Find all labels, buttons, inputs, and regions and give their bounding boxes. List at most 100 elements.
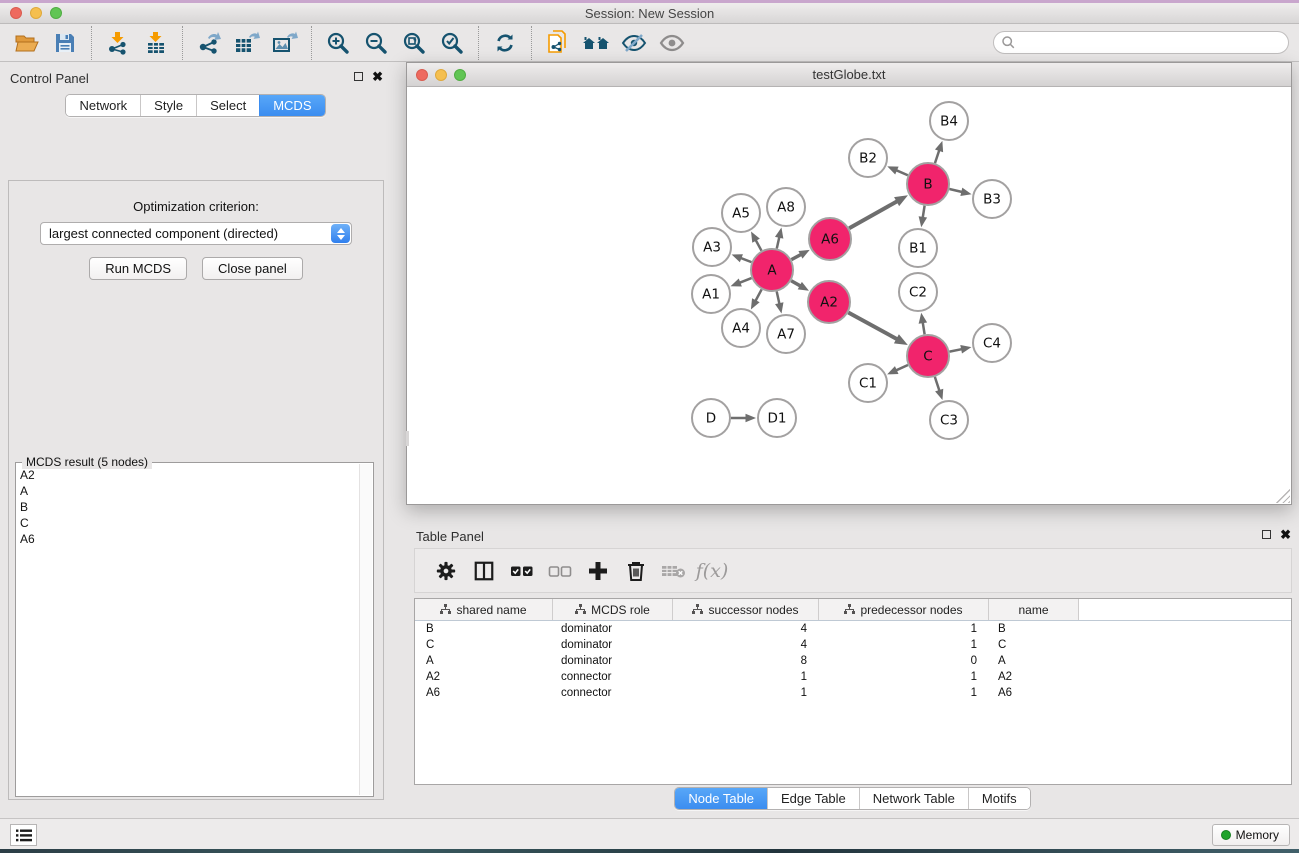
hide-selected-icon[interactable] — [615, 27, 653, 59]
close-network-window-icon[interactable] — [416, 69, 428, 81]
resize-grip-icon[interactable] — [1276, 489, 1290, 503]
function-builder-icon[interactable]: f(x) — [693, 554, 731, 588]
column-header-name[interactable]: name — [989, 599, 1079, 620]
cell-successor_nodes[interactable]: 1 — [673, 671, 819, 683]
tab-select[interactable]: Select — [196, 95, 259, 116]
splitter-handle[interactable] — [406, 431, 409, 446]
table-settings-icon[interactable] — [427, 554, 465, 588]
table-row[interactable]: A6connector11A6 — [415, 685, 1291, 701]
zoom-in-icon[interactable] — [319, 27, 357, 59]
cell-name[interactable]: C — [989, 639, 1079, 651]
table-row[interactable]: Cdominator41C — [415, 637, 1291, 653]
cell-mcds_role[interactable]: dominator — [553, 623, 673, 635]
cell-mcds_role[interactable]: connector — [553, 671, 673, 683]
mcds-result-item[interactable]: A — [20, 483, 357, 499]
tab-style[interactable]: Style — [140, 95, 196, 116]
cell-predecessor_nodes[interactable]: 1 — [819, 687, 989, 699]
run-mcds-button[interactable]: Run MCDS — [89, 257, 187, 280]
tab-network-table[interactable]: Network Table — [859, 788, 968, 809]
cell-shared_name[interactable]: C — [415, 639, 553, 651]
scrollbar[interactable] — [359, 464, 372, 795]
cell-successor_nodes[interactable]: 4 — [673, 623, 819, 635]
cell-shared_name[interactable]: A6 — [415, 687, 553, 699]
network-canvas[interactable]: AA1A2A3A4A5A6A7A8BB1B2B3B4CC1C2C3C4DD1 — [407, 87, 1291, 504]
graph-edge-A2-C[interactable] — [848, 313, 899, 341]
cell-successor_nodes[interactable]: 4 — [673, 639, 819, 651]
cell-predecessor_nodes[interactable]: 1 — [819, 639, 989, 651]
task-history-button[interactable] — [10, 824, 37, 846]
table-row[interactable]: Adominator80A — [415, 653, 1291, 669]
tab-motifs[interactable]: Motifs — [968, 788, 1030, 809]
show-columns-icon[interactable] — [465, 554, 503, 588]
table-row[interactable]: A2connector11A2 — [415, 669, 1291, 685]
delete-row-icon[interactable] — [617, 554, 655, 588]
cell-shared_name[interactable]: B — [415, 623, 553, 635]
cell-mcds_role[interactable]: dominator — [553, 639, 673, 651]
column-header-shared-name[interactable]: shared name — [415, 599, 553, 620]
close-panel-icon[interactable]: ✖ — [372, 71, 383, 82]
save-session-icon[interactable] — [46, 27, 84, 59]
graph-edge-arrowhead — [775, 302, 783, 313]
first-neighbors-icon[interactable] — [577, 27, 615, 59]
memory-button[interactable]: Memory — [1212, 824, 1290, 846]
minimize-network-window-icon[interactable] — [435, 69, 447, 81]
cell-name[interactable]: B — [989, 623, 1079, 635]
cell-mcds_role[interactable]: dominator — [553, 655, 673, 667]
mcds-result-item[interactable]: C — [20, 515, 357, 531]
refresh-icon[interactable] — [486, 27, 524, 59]
delete-table-icon[interactable] — [655, 554, 693, 588]
close-window-icon[interactable] — [10, 7, 22, 19]
column-header-mcds-role[interactable]: MCDS role — [553, 599, 673, 620]
mcds-result-item[interactable]: A2 — [20, 467, 357, 483]
deselect-all-icon[interactable] — [541, 554, 579, 588]
table-row[interactable]: Bdominator41B — [415, 621, 1291, 637]
search-input[interactable] — [1016, 34, 1288, 52]
close-table-panel-icon[interactable]: ✖ — [1280, 529, 1291, 540]
network-graph[interactable]: AA1A2A3A4A5A6A7A8BB1B2B3B4CC1C2C3C4DD1 — [407, 87, 1291, 504]
cell-predecessor_nodes[interactable]: 1 — [819, 671, 989, 683]
mcds-result-item[interactable]: B — [20, 499, 357, 515]
tab-node-table[interactable]: Node Table — [675, 788, 767, 809]
node-table[interactable]: shared nameMCDS rolesuccessor nodesprede… — [414, 598, 1292, 785]
zoom-fit-icon[interactable] — [395, 27, 433, 59]
cell-shared_name[interactable]: A — [415, 655, 553, 667]
cell-predecessor_nodes[interactable]: 0 — [819, 655, 989, 667]
show-all-icon[interactable] — [653, 27, 691, 59]
zoom-selected-icon[interactable] — [433, 27, 471, 59]
export-image-icon[interactable] — [266, 27, 304, 59]
import-table-icon[interactable] — [137, 27, 175, 59]
float-panel-icon[interactable] — [354, 72, 363, 81]
tab-mcds[interactable]: MCDS — [259, 95, 324, 116]
cell-predecessor_nodes[interactable]: 1 — [819, 623, 989, 635]
network-window-titlebar[interactable]: testGlobe.txt — [407, 63, 1291, 87]
search-field[interactable] — [993, 31, 1289, 54]
cell-successor_nodes[interactable]: 1 — [673, 687, 819, 699]
column-header-predecessor-nodes[interactable]: predecessor nodes — [819, 599, 989, 620]
cell-name[interactable]: A2 — [989, 671, 1079, 683]
add-row-icon[interactable] — [579, 554, 617, 588]
close-panel-button[interactable]: Close panel — [202, 257, 303, 280]
tab-network[interactable]: Network — [66, 95, 140, 116]
cell-mcds_role[interactable]: connector — [553, 687, 673, 699]
column-header-successor-nodes[interactable]: successor nodes — [673, 599, 819, 620]
new-network-from-selection-icon[interactable] — [539, 27, 577, 59]
zoom-out-icon[interactable] — [357, 27, 395, 59]
export-table-icon[interactable] — [228, 27, 266, 59]
export-network-icon[interactable] — [190, 27, 228, 59]
float-table-panel-icon[interactable] — [1262, 530, 1271, 539]
cell-shared_name[interactable]: A2 — [415, 671, 553, 683]
minimize-window-icon[interactable] — [30, 7, 42, 19]
tab-edge-table[interactable]: Edge Table — [767, 788, 859, 809]
select-all-icon[interactable] — [503, 554, 541, 588]
graph-edge-arrowhead — [960, 188, 971, 196]
cell-name[interactable]: A6 — [989, 687, 1079, 699]
import-network-icon[interactable] — [99, 27, 137, 59]
cell-name[interactable]: A — [989, 655, 1079, 667]
cell-successor_nodes[interactable]: 8 — [673, 655, 819, 667]
zoom-window-icon[interactable] — [50, 7, 62, 19]
open-session-icon[interactable] — [8, 27, 46, 59]
graph-edge-A6-B[interactable] — [849, 200, 899, 228]
mcds-result-item[interactable]: A6 — [20, 531, 357, 547]
zoom-network-window-icon[interactable] — [454, 69, 466, 81]
criterion-dropdown[interactable]: largest connected component (directed) — [40, 222, 352, 245]
